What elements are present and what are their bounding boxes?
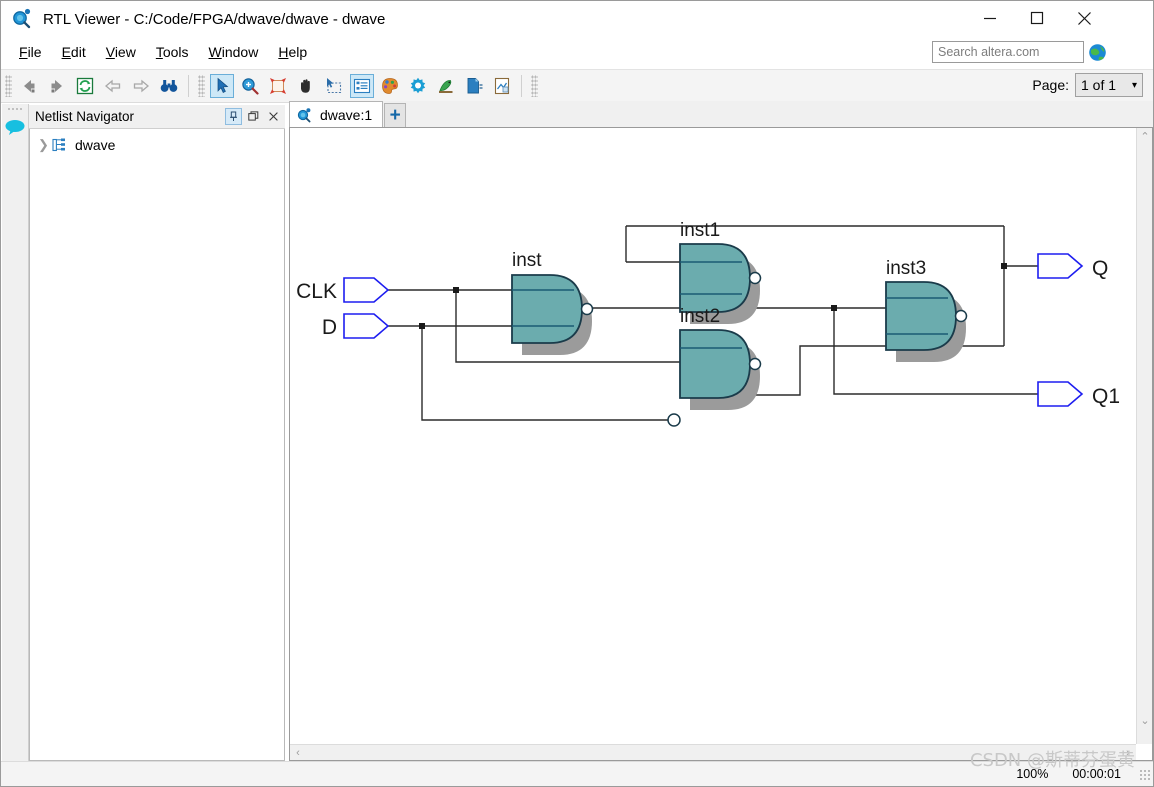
scroll-left-arrow[interactable]: ‹: [290, 745, 306, 761]
netlist-navigator-header: Netlist Navigator: [29, 105, 285, 129]
zoom-level: 100%: [1016, 767, 1049, 781]
previous-page-icon[interactable]: [101, 74, 125, 98]
rtl-viewer-icon: [11, 7, 35, 31]
tab-dwave-1[interactable]: dwave:1: [289, 101, 384, 127]
fit-in-window-icon[interactable]: [266, 74, 290, 98]
scroll-up-arrow[interactable]: ⌃: [1137, 128, 1153, 144]
horizontal-scrollbar[interactable]: ‹ ›: [290, 744, 1136, 760]
tab-strip: dwave:1 +: [289, 101, 1153, 127]
gate-inst2[interactable]: inst2: [667, 306, 762, 427]
menu-window-rest: indow: [221, 44, 259, 60]
settings-gear-icon[interactable]: [406, 74, 430, 98]
messages-bubble-icon[interactable]: [4, 118, 26, 136]
hierarchy-icon: [52, 137, 70, 153]
menu-help[interactable]: Help: [268, 41, 317, 63]
refresh-icon[interactable]: [73, 74, 97, 98]
scroll-down-arrow[interactable]: ⌄: [1137, 712, 1153, 728]
toolbar-separator-2: [521, 75, 522, 97]
menu-tools-rest: ools: [162, 44, 189, 60]
hand-pan-icon[interactable]: [294, 74, 318, 98]
menu-view-rest: iew: [114, 44, 136, 60]
toolbar: [1, 69, 1153, 103]
next-page-icon[interactable]: [129, 74, 153, 98]
close-panel-icon[interactable]: [265, 108, 282, 125]
netlist-navigator-icon[interactable]: [350, 74, 374, 98]
probe-icon[interactable]: [434, 74, 458, 98]
tree-item-dwave[interactable]: ❯ dwave: [30, 134, 284, 156]
rtl-viewer-icon: [296, 107, 314, 123]
input-pin-d[interactable]: D: [322, 313, 390, 339]
rtl-viewer-window: RTL Viewer - C:/Code/FPGA/dwave/dwave - …: [0, 0, 1154, 787]
output-pin-q1[interactable]: Q1: [1037, 381, 1120, 408]
pin-icon[interactable]: [225, 108, 242, 125]
search-area: [932, 41, 1107, 63]
menu-edit-rest: dit: [70, 44, 86, 60]
area-select-icon[interactable]: [322, 74, 346, 98]
tab-label: dwave:1: [320, 106, 373, 123]
left-dock-strip: [2, 104, 29, 761]
find-binoculars-icon[interactable]: [157, 74, 181, 98]
menu-view[interactable]: View: [96, 41, 146, 63]
menu-edit[interactable]: Edit: [52, 41, 96, 63]
menu-file-rest: ile: [27, 44, 42, 60]
resize-grip[interactable]: [1139, 768, 1150, 780]
netlist-navigator-tree: ❯ dwave: [29, 129, 285, 761]
toolbar-grip-2[interactable]: [198, 75, 205, 97]
output-pin-q-label: Q: [1092, 257, 1108, 280]
toolbar-grip-1[interactable]: [5, 75, 12, 97]
gate-inst-label: inst: [512, 250, 542, 271]
menu-help-rest: elp: [288, 44, 308, 60]
close-button[interactable]: [1061, 1, 1107, 35]
left-dock-grip[interactable]: [6, 107, 24, 112]
gate-inst[interactable]: inst: [511, 250, 594, 355]
zoom-in-icon[interactable]: [238, 74, 262, 98]
title-bar: RTL Viewer - C:/Code/FPGA/dwave/dwave - …: [1, 1, 1153, 37]
page-label: Page:: [1032, 77, 1069, 93]
scroll-right-arrow[interactable]: ›: [1120, 745, 1136, 761]
page-select[interactable]: 1 of 1 ▾: [1075, 73, 1143, 97]
maximize-button[interactable]: [1014, 1, 1060, 35]
input-pin-clk-label: CLK: [296, 280, 337, 303]
window-title: RTL Viewer - C:/Code/FPGA/dwave/dwave - …: [43, 10, 386, 28]
chevron-right-icon[interactable]: ❯: [38, 137, 52, 153]
toolbar-separator: [188, 75, 189, 97]
restore-window-icon[interactable]: [245, 108, 262, 125]
schematic-canvas-container: CLK D inst inst1 inst2 inst3 Q Q1 ⌃ ⌄ ‹ …: [289, 127, 1153, 761]
elapsed-time: 00:00:01: [1072, 767, 1121, 781]
output-pin-q1-label: Q1: [1092, 385, 1120, 408]
input-pin-d-label: D: [322, 316, 337, 339]
gate-inst3[interactable]: inst3: [885, 258, 968, 362]
netlist-navigator-panel: Netlist Navigator ❯ dwave: [29, 105, 285, 761]
gate-inst2-label: inst2: [680, 306, 720, 327]
search-input[interactable]: [932, 41, 1084, 63]
tree-item-label: dwave: [75, 137, 116, 153]
add-tab-button[interactable]: +: [384, 103, 407, 127]
gate-inst1-label: inst1: [680, 220, 720, 241]
output-pin-q[interactable]: Q: [1037, 253, 1108, 280]
back-icon[interactable]: [17, 74, 41, 98]
toolbar-grip-3[interactable]: [531, 75, 538, 97]
schematic-drawing: CLK D inst inst1 inst2 inst3 Q Q1: [296, 220, 1120, 427]
page-control: Page: 1 of 1 ▾: [1032, 73, 1143, 97]
minimize-button[interactable]: [967, 1, 1013, 35]
menu-window[interactable]: Window: [199, 41, 269, 63]
input-pin-clk[interactable]: CLK: [296, 277, 390, 303]
export-icon[interactable]: [462, 74, 486, 98]
select-cursor-icon[interactable]: [210, 74, 234, 98]
netlist-navigator-title: Netlist Navigator: [35, 109, 135, 124]
status-bar: 100% 00:00:01: [1, 761, 1153, 786]
forward-icon[interactable]: [45, 74, 69, 98]
gate-inst3-label: inst3: [886, 258, 926, 279]
menu-file[interactable]: File: [9, 41, 52, 63]
page-value: 1 of 1: [1081, 77, 1117, 93]
chevron-down-icon: ▾: [1131, 79, 1137, 91]
print-preview-icon[interactable]: [490, 74, 514, 98]
vertical-scrollbar[interactable]: ⌃ ⌄: [1136, 128, 1152, 744]
menu-tools[interactable]: Tools: [146, 41, 199, 63]
schematic-canvas[interactable]: CLK D inst inst1 inst2 inst3 Q Q1: [290, 128, 1136, 744]
color-palette-icon[interactable]: [378, 74, 402, 98]
globe-icon[interactable]: [1088, 43, 1107, 62]
